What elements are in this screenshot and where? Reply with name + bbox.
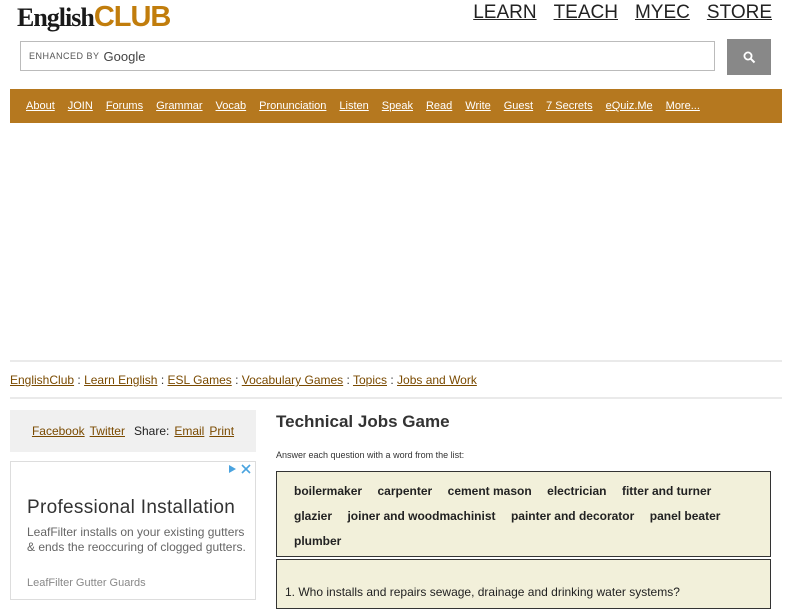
search-google-brand: Google [103,48,146,64]
breadcrumb-jobs-and-work[interactable]: Jobs and Work [397,373,477,387]
advertisement[interactable]: Professional Installation LeafFilter ins… [10,461,256,600]
nav-vocab[interactable]: Vocab [216,100,247,112]
nav-7-secrets[interactable]: 7 Secrets [546,100,592,112]
top-nav-store[interactable]: STORE [707,2,772,24]
word-list-item: boilermaker [294,484,363,498]
share-print-link[interactable]: Print [209,424,234,438]
breadcrumb: EnglishClub : Learn English : ESL Games … [10,373,477,387]
share-bar: Facebook Twitter Share: Email Print [10,410,256,452]
question-box: 1. Who installs and repairs sewage, drai… [276,559,771,609]
divider [10,360,782,362]
word-list-item: electrician [547,484,607,498]
word-list-item: cement mason [447,484,532,498]
search-button[interactable] [727,39,771,75]
close-icon[interactable] [241,464,251,474]
nav-listen[interactable]: Listen [339,100,368,112]
main-nav-bar: About JOIN Forums Grammar Vocab Pronunci… [10,89,782,123]
share-facebook-link[interactable]: Facebook [32,424,85,438]
question-1-text: 1. Who installs and repairs sewage, drai… [285,585,680,599]
top-nav-teach[interactable]: TEACH [554,2,618,24]
word-list-item: painter and decorator [510,509,635,523]
ad-title[interactable]: Professional Installation [27,497,235,519]
divider [10,397,782,399]
breadcrumb-separator: : [235,373,239,387]
nav-about[interactable]: About [26,100,55,112]
share-email-link[interactable]: Email [174,424,204,438]
breadcrumb-vocabulary-games[interactable]: Vocabulary Games [242,373,343,387]
word-list-item: panel beater [649,509,721,523]
share-label: Share: [133,424,170,438]
nav-read[interactable]: Read [426,100,452,112]
breadcrumb-learn-english[interactable]: Learn English [84,373,157,387]
search-icon [743,51,755,63]
page-title: Technical Jobs Game [276,412,450,431]
nav-speak[interactable]: Speak [382,100,413,112]
word-list-box: boilermaker carpenter cement mason elect… [276,471,771,557]
word-list-item: fitter and turner [621,484,712,498]
ad-source[interactable]: LeafFilter Gutter Guards [27,577,146,589]
breadcrumb-topics[interactable]: Topics [353,373,387,387]
search-input[interactable]: ENHANCED BY Google [20,41,715,71]
logo-text-club: CLUB [93,1,172,33]
adchoices-icon[interactable] [227,464,237,474]
breadcrumb-separator: : [160,373,165,387]
breadcrumb-separator: : [346,373,350,387]
word-list-item: glazier [294,509,333,523]
nav-grammar[interactable]: Grammar [156,100,202,112]
breadcrumb-separator: : [77,373,81,387]
top-nav-learn[interactable]: LEARN [473,2,536,24]
nav-write[interactable]: Write [465,100,490,112]
nav-more[interactable]: More... [666,100,700,112]
englishclub-logo[interactable]: English CLUB [17,0,172,36]
nav-guest[interactable]: Guest [504,100,533,112]
nav-pronunciation[interactable]: Pronunciation [259,100,326,112]
search-enhanced-label: ENHANCED BY [29,51,100,61]
word-list-item: joiner and woodmachinist [347,509,496,523]
share-twitter-link[interactable]: Twitter [90,424,125,438]
breadcrumb-esl-games[interactable]: ESL Games [168,373,232,387]
breadcrumb-englishclub[interactable]: EnglishClub [10,373,74,387]
word-list-item: plumber [294,534,342,548]
breadcrumb-separator: : [390,373,394,387]
logo-text-english: English [17,3,95,32]
nav-join[interactable]: JOIN [68,100,93,112]
top-nav: LEARN TEACH MYEC STORE [473,2,772,24]
word-list-item: carpenter [377,484,433,498]
game-instructions: Answer each question with a word from th… [276,450,465,460]
top-nav-myec[interactable]: MYEC [635,2,690,24]
nav-forums[interactable]: Forums [106,100,143,112]
ad-body: LeafFilter installs on your existing gut… [27,525,246,554]
nav-equiz[interactable]: eQuiz.Me [606,100,653,112]
ad-controls [227,464,251,474]
